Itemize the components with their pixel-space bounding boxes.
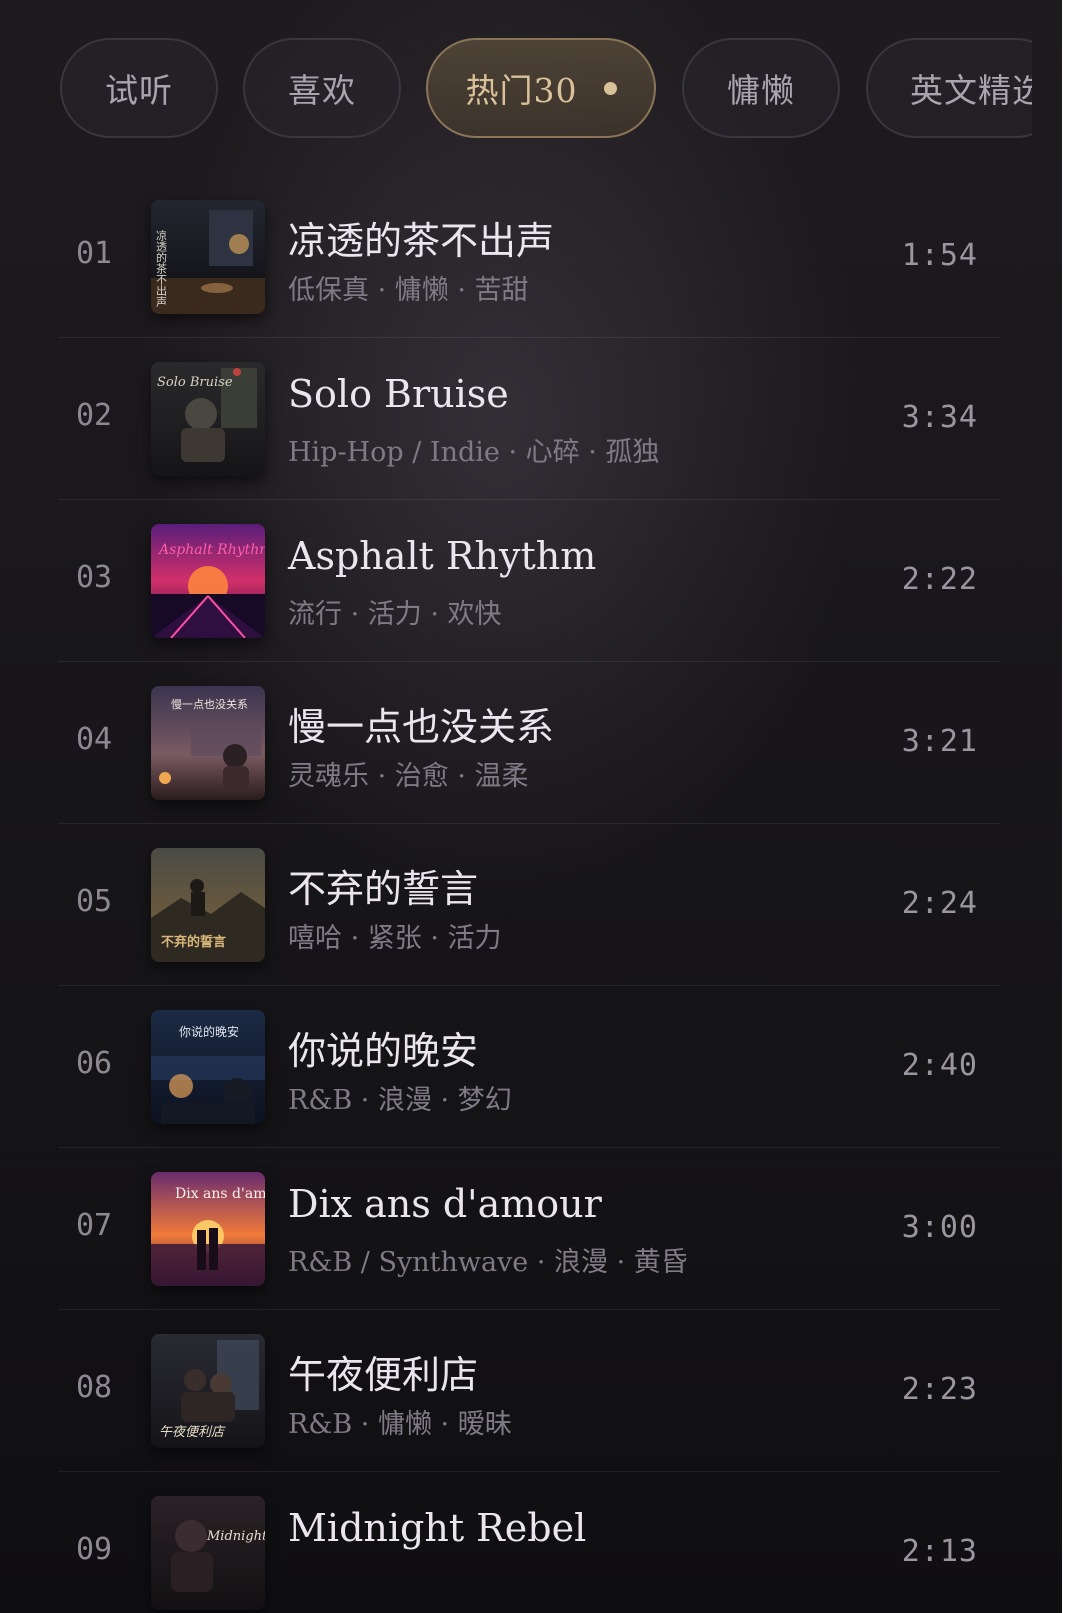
track-title: Midnight Rebel [288, 1506, 587, 1550]
track-tags: R&B / Synthwave · 浪漫 · 黄昏 [288, 1247, 688, 1278]
track-row[interactable]: 01 凉透的茶不出声 凉透的茶不出声 低保真 · 慵懒 · 苦甜 1:54 [58, 176, 1000, 338]
track-row[interactable]: 08 午夜便利店 午夜便利店 R&B · 慵懒 · 暧昧 2:23 [58, 1310, 1000, 1472]
track-row[interactable]: 07 Dix ans d'amour Dix ans d'amour R&B /… [58, 1148, 1000, 1310]
track-title: 午夜便利店 [288, 1353, 479, 1397]
album-cover: Asphalt Rhythm [151, 524, 265, 638]
track-title: 凉透的茶不出声 [288, 219, 555, 263]
album-cover: Dix ans d'amour [151, 1172, 265, 1286]
track-number: 01 [76, 236, 113, 271]
track-tags: 流行 · 活力 · 欢快 [288, 599, 502, 630]
cover-title: Solo Bruise [157, 375, 233, 390]
track-number: 02 [76, 398, 113, 433]
tab-preview[interactable]: 试听 [60, 38, 218, 138]
track-row[interactable]: 05 不弃的誓言 不弃的誓言 嘻哈 · 紧张 · 活力 2:24 [58, 824, 1000, 986]
tab-lazy[interactable]: 慵懒 [682, 38, 840, 138]
track-number: 08 [76, 1370, 113, 1405]
track-duration: 2:24 [901, 886, 978, 921]
active-dot-icon [603, 81, 617, 95]
album-cover: Midnight Rebel [151, 1496, 265, 1610]
track-title: Asphalt Rhythm [288, 534, 597, 578]
cover-title: 慢一点也没关系 [171, 697, 248, 711]
tab-label: 慵懒 [727, 71, 795, 110]
track-number: 05 [76, 884, 113, 919]
track-duration: 1:54 [901, 238, 978, 273]
album-cover: Solo Bruise [151, 362, 265, 476]
tab-english-picks[interactable]: 英文精选 [866, 38, 1032, 138]
track-row[interactable]: 09 Midnight Rebel Midnight Rebel 2:13 [58, 1472, 1000, 1613]
cover-title: 凉透的茶不出声 [155, 229, 168, 308]
track-title: 不弃的誓言 [288, 867, 479, 911]
track-tags: Hip-Hop / Indie · 心碎 · 孤独 [288, 437, 660, 468]
track-duration: 2:23 [901, 1372, 978, 1407]
track-tags: R&B · 慵懒 · 暧昧 [288, 1409, 512, 1440]
cover-title: 午夜便利店 [159, 1425, 226, 1440]
track-row[interactable]: 06 你说的晚安 你说的晚安 R&B · 浪漫 · 梦幻 2:40 [58, 986, 1000, 1148]
track-title: Dix ans d'amour [288, 1182, 602, 1226]
track-title: 你说的晚安 [288, 1029, 479, 1073]
track-number: 06 [76, 1046, 113, 1081]
tab-label: 喜欢 [288, 71, 356, 110]
track-number: 04 [76, 722, 113, 757]
album-cover: 午夜便利店 [151, 1334, 265, 1448]
album-cover: 不弃的誓言 [151, 848, 265, 962]
track-tags: 灵魂乐 · 治愈 · 温柔 [288, 761, 529, 792]
tab-label: 英文精选 [910, 71, 1032, 110]
album-cover: 慢一点也没关系 [151, 686, 265, 800]
track-row[interactable]: 02 Solo Bruise Solo Bruise Hip-Hop / Ind… [58, 338, 1000, 500]
track-number: 09 [76, 1532, 113, 1567]
track-list: 01 凉透的茶不出声 凉透的茶不出声 低保真 · 慵懒 · 苦甜 1:54 02 [58, 176, 1000, 1613]
cover-title: Dix ans d'amour [175, 1186, 265, 1202]
cover-title: 你说的晚安 [179, 1024, 239, 1039]
cover-title: Asphalt Rhythm [157, 542, 265, 558]
track-duration: 2:22 [901, 562, 978, 597]
track-duration: 3:34 [901, 400, 978, 435]
track-tags: 嘻哈 · 紧张 · 活力 [288, 923, 502, 954]
track-duration: 2:40 [901, 1048, 978, 1083]
playlist-screen: 试听 喜欢 热门30 慵懒 英文精选 01 凉透的茶不出声 凉透的茶不出声 低保 [0, 0, 1062, 1613]
album-cover: 凉透的茶不出声 [151, 200, 265, 314]
tab-hot30[interactable]: 热门30 [426, 38, 656, 138]
tab-label: 试听 [105, 71, 173, 110]
track-duration: 3:21 [901, 724, 978, 759]
album-cover: 你说的晚安 [151, 1010, 265, 1124]
track-title: Solo Bruise [288, 372, 509, 416]
track-tags: R&B · 浪漫 · 梦幻 [288, 1085, 512, 1116]
category-tabs: 试听 喜欢 热门30 慵懒 英文精选 [60, 38, 1032, 142]
tab-favorites[interactable]: 喜欢 [243, 38, 401, 138]
track-number: 03 [76, 560, 113, 595]
track-row[interactable]: 03 Asphalt Rhythm Asphalt Rhythm 流行 · 活力… [58, 500, 1000, 662]
tab-label: 热门30 [465, 71, 578, 110]
track-tags: 低保真 · 慵懒 · 苦甜 [288, 275, 529, 306]
cover-title: Midnight Rebel [206, 1529, 265, 1544]
track-number: 07 [76, 1208, 113, 1243]
track-title: 慢一点也没关系 [288, 705, 555, 749]
track-row[interactable]: 04 慢一点也没关系 慢一点也没关系 灵魂乐 · 治愈 · 温柔 3:21 [58, 662, 1000, 824]
cover-title: 不弃的誓言 [161, 934, 226, 950]
track-duration: 2:13 [901, 1534, 978, 1569]
track-duration: 3:00 [901, 1210, 978, 1245]
